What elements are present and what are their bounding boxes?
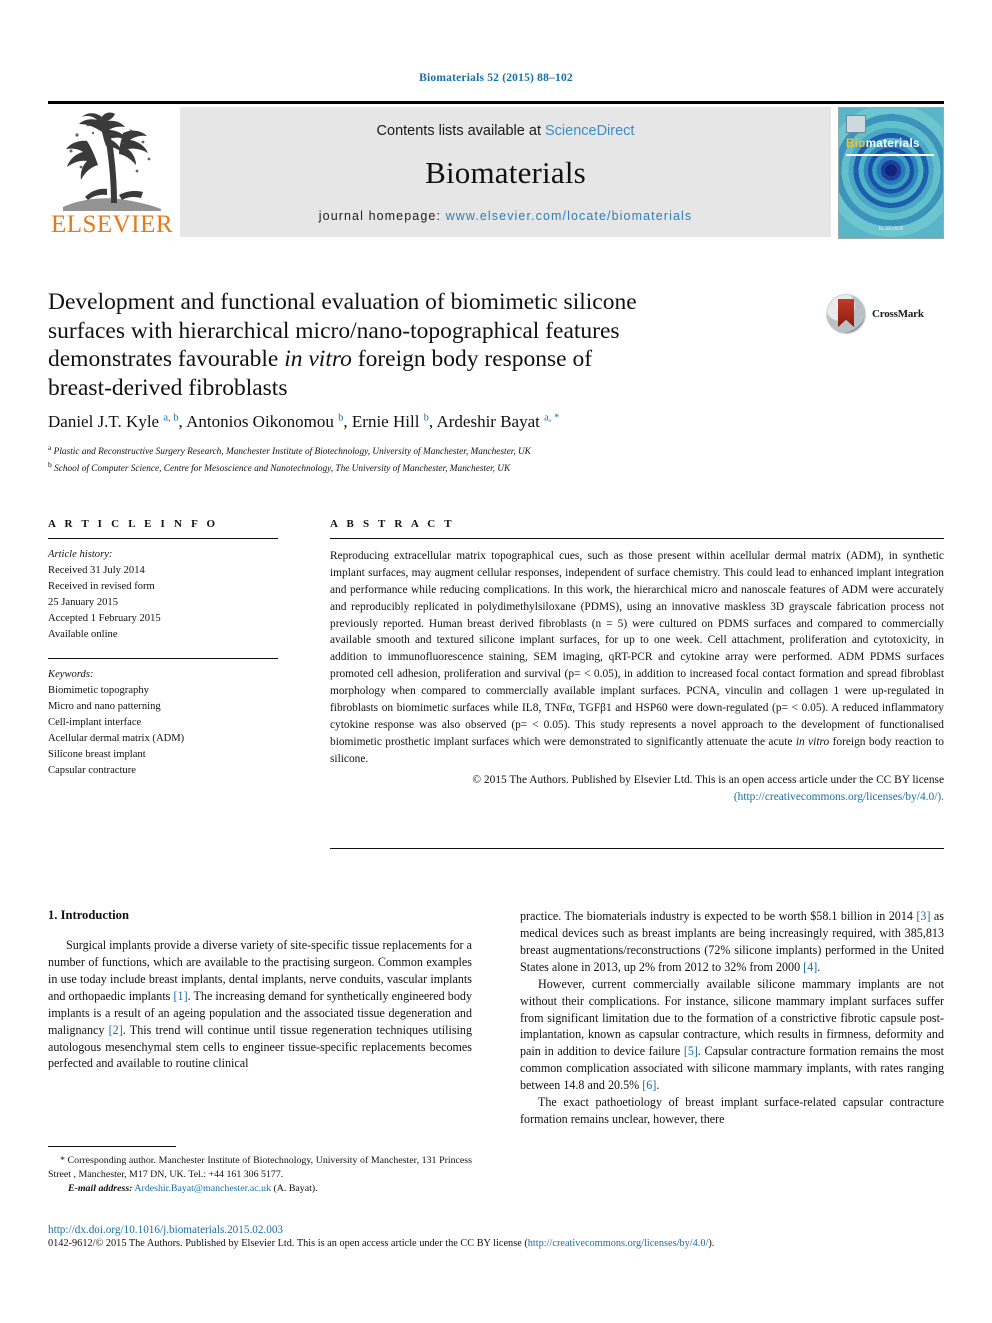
body-column-right: practice. The biomaterials industry is e…	[520, 908, 944, 1128]
footnote-corresponding-text: * Corresponding author. Manchester Insti…	[48, 1155, 472, 1181]
keyword-item: Silicone breast implant	[48, 749, 146, 761]
email-address-label: E-mail address:	[68, 1183, 133, 1195]
intro-rp2-c: .	[656, 1078, 660, 1093]
affiliation-a: a Plastic and Reconstructive Surgery Res…	[48, 443, 531, 458]
body-column-left: 1. Introduction Surgical implants provid…	[48, 908, 472, 1072]
footnote-rule	[48, 1146, 176, 1147]
keyword-item: Biomimetic topography	[48, 684, 149, 696]
article-info-heading: A R T I C L E I N F O	[48, 518, 219, 530]
cover-rule	[846, 154, 934, 156]
citation-ref-2[interactable]: [2]	[109, 1023, 123, 1037]
article-history-label: Article history:	[48, 549, 113, 560]
copyright-text: © 2015 The Authors. Published by Elsevie…	[472, 774, 944, 787]
abstract-body-emphasis: in vitro	[795, 735, 830, 748]
title-line-3-emphasis: in vitro	[284, 346, 352, 373]
crossmark-label: CrossMark	[872, 308, 924, 320]
intro-paragraph-1-cont: practice. The biomaterials industry is e…	[520, 908, 944, 976]
issn-text: 0142-9612/© 2015 The Authors. Published …	[48, 1238, 528, 1249]
license-link[interactable]: (http://creativecommons.org/licenses/by/…	[734, 791, 944, 803]
crossmark-badge[interactable]: CrossMark	[826, 292, 944, 336]
sciencedirect-link[interactable]: ScienceDirect	[545, 123, 634, 139]
history-item: Received in revised form	[48, 581, 155, 593]
cover-footer: ELSEVIER	[878, 226, 904, 232]
journal-homepage-link[interactable]: www.elsevier.com/locate/biomaterials	[446, 209, 693, 223]
history-item: 25 January 2015	[48, 597, 119, 609]
keywords-label: Keywords:	[48, 668, 94, 680]
abstract-rule-top	[330, 538, 944, 539]
article-info-rule-top	[48, 538, 278, 539]
elsevier-tree-icon	[57, 111, 167, 211]
citation-ref-1[interactable]: [1]	[174, 989, 188, 1003]
running-head: Biomaterials 52 (2015) 88–102	[419, 72, 573, 84]
cover-title: Biomaterials	[846, 138, 920, 150]
abstract-rule-bottom	[330, 848, 944, 849]
keyword-item: Acellular dermal matrix (ADM)	[48, 732, 185, 744]
intro-paragraph-1: Surgical implants provide a diverse vari…	[48, 937, 472, 1072]
abstract-copyright: © 2015 The Authors. Published by Elsevie…	[330, 772, 944, 806]
intro-rp1-a: practice. The biomaterials industry is e…	[520, 909, 917, 923]
article-info-rule-mid	[48, 657, 278, 659]
journal-masthead: ELSEVIER Contents lists available at Sci…	[48, 101, 944, 239]
journal-homepage-line: journal homepage: www.elsevier.com/locat…	[319, 209, 692, 223]
article-page: Biomaterials 52 (2015) 88–102 ELSEVIER C…	[0, 0, 992, 1323]
affiliations: a Plastic and Reconstructive Surgery Res…	[48, 443, 838, 476]
masthead-center: Contents lists available at ScienceDirec…	[180, 107, 831, 237]
affiliation-b-text: School of Computer Science, Centre for M…	[54, 463, 511, 474]
keyword-item: Capsular contracture	[48, 765, 136, 777]
elsevier-wordmark: ELSEVIER	[50, 211, 174, 238]
doi-link[interactable]: http://dx.doi.org/10.1016/j.biomaterials…	[48, 1224, 944, 1236]
cover-title-first: Bio	[846, 138, 866, 150]
abstract-column: A B S T R A C T Reproducing extracellula…	[330, 518, 944, 806]
citation-ref-3[interactable]: [3]	[916, 909, 930, 923]
keyword-item: Micro and nano patterning	[48, 700, 161, 712]
author-list: Daniel J.T. Kyle a, b, Antonios Oikonomo…	[48, 412, 560, 431]
affiliation-a-text: Plastic and Reconstructive Surgery Resea…	[53, 447, 531, 458]
title-line-1: Development and functional evaluation of…	[48, 289, 637, 315]
journal-title: Biomaterials	[425, 155, 586, 190]
keywords-block: Keywords: Biomimetic topography Micro an…	[48, 667, 278, 780]
title-line-2: surfaces with hierarchical micro/nano-to…	[48, 317, 620, 344]
corresponding-email-link[interactable]: Ardeshir.Bayat@manchester.ac.uk	[134, 1183, 271, 1194]
contents-available-line: Contents lists available at ScienceDirec…	[377, 123, 635, 139]
abstract-body: Reproducing extracellular matrix topogra…	[330, 548, 944, 767]
citation-ref-5[interactable]: [5]	[684, 1044, 698, 1058]
homepage-prefix: journal homepage:	[318, 209, 446, 223]
abstract-body-main: Reproducing extracellular matrix topogra…	[330, 550, 944, 748]
cover-publisher-mark-icon	[846, 115, 866, 133]
journal-cover-thumbnail: Biomaterials ELSEVIER	[838, 107, 944, 239]
title-line-3-pre: demonstrates favourable	[48, 346, 285, 373]
keyword-item: Cell-implant interface	[48, 716, 142, 728]
elsevier-logo: ELSEVIER	[48, 107, 176, 237]
citation-ref-6[interactable]: [6]	[642, 1078, 656, 1092]
intro-paragraph-3: The exact pathoetiology of breast implan…	[520, 1095, 944, 1127]
introduction-heading: 1. Introduction	[48, 908, 129, 922]
footnote-email-line: E-mail address: Ardeshir.Bayat@mancheste…	[48, 1182, 472, 1196]
contents-prefix: Contents lists available at	[376, 123, 545, 139]
email-suffix: (A. Bayat).	[271, 1183, 318, 1195]
cover-title-rest: materials	[865, 138, 920, 150]
corresponding-author-footnote: * Corresponding author. Manchester Insti…	[48, 1146, 472, 1196]
issn-tail: ).	[708, 1238, 715, 1249]
intro-rp1-c: .	[817, 959, 821, 974]
page-footer: http://dx.doi.org/10.1016/j.biomaterials…	[48, 1224, 944, 1249]
article-info-column: A R T I C L E I N F O Article history: R…	[48, 518, 278, 779]
page-title: Development and functional evaluation of…	[48, 288, 828, 403]
history-item: Accepted 1 February 2015	[48, 613, 161, 625]
history-item: Received 31 July 2014	[48, 565, 145, 577]
title-line-3-post: foreign body response of	[351, 346, 593, 373]
title-line-4: breast-derived fibroblasts	[48, 374, 288, 401]
abstract-heading: A B S T R A C T	[330, 518, 455, 530]
issn-copyright-line: 0142-9612/© 2015 The Authors. Published …	[48, 1238, 944, 1249]
footer-license-link[interactable]: http://creativecommons.org/licenses/by/4…	[528, 1238, 709, 1249]
intro-paragraph-2: However, current commercially available …	[520, 976, 944, 1094]
article-history-block: Article history: Received 31 July 2014 R…	[48, 547, 278, 644]
history-item: Available online	[48, 629, 118, 641]
citation-ref-4[interactable]: [4]	[803, 960, 817, 974]
title-block: Development and functional evaluation of…	[48, 288, 828, 403]
affiliation-b: b School of Computer Science, Centre for…	[48, 459, 511, 474]
crossmark-icon	[826, 294, 866, 334]
